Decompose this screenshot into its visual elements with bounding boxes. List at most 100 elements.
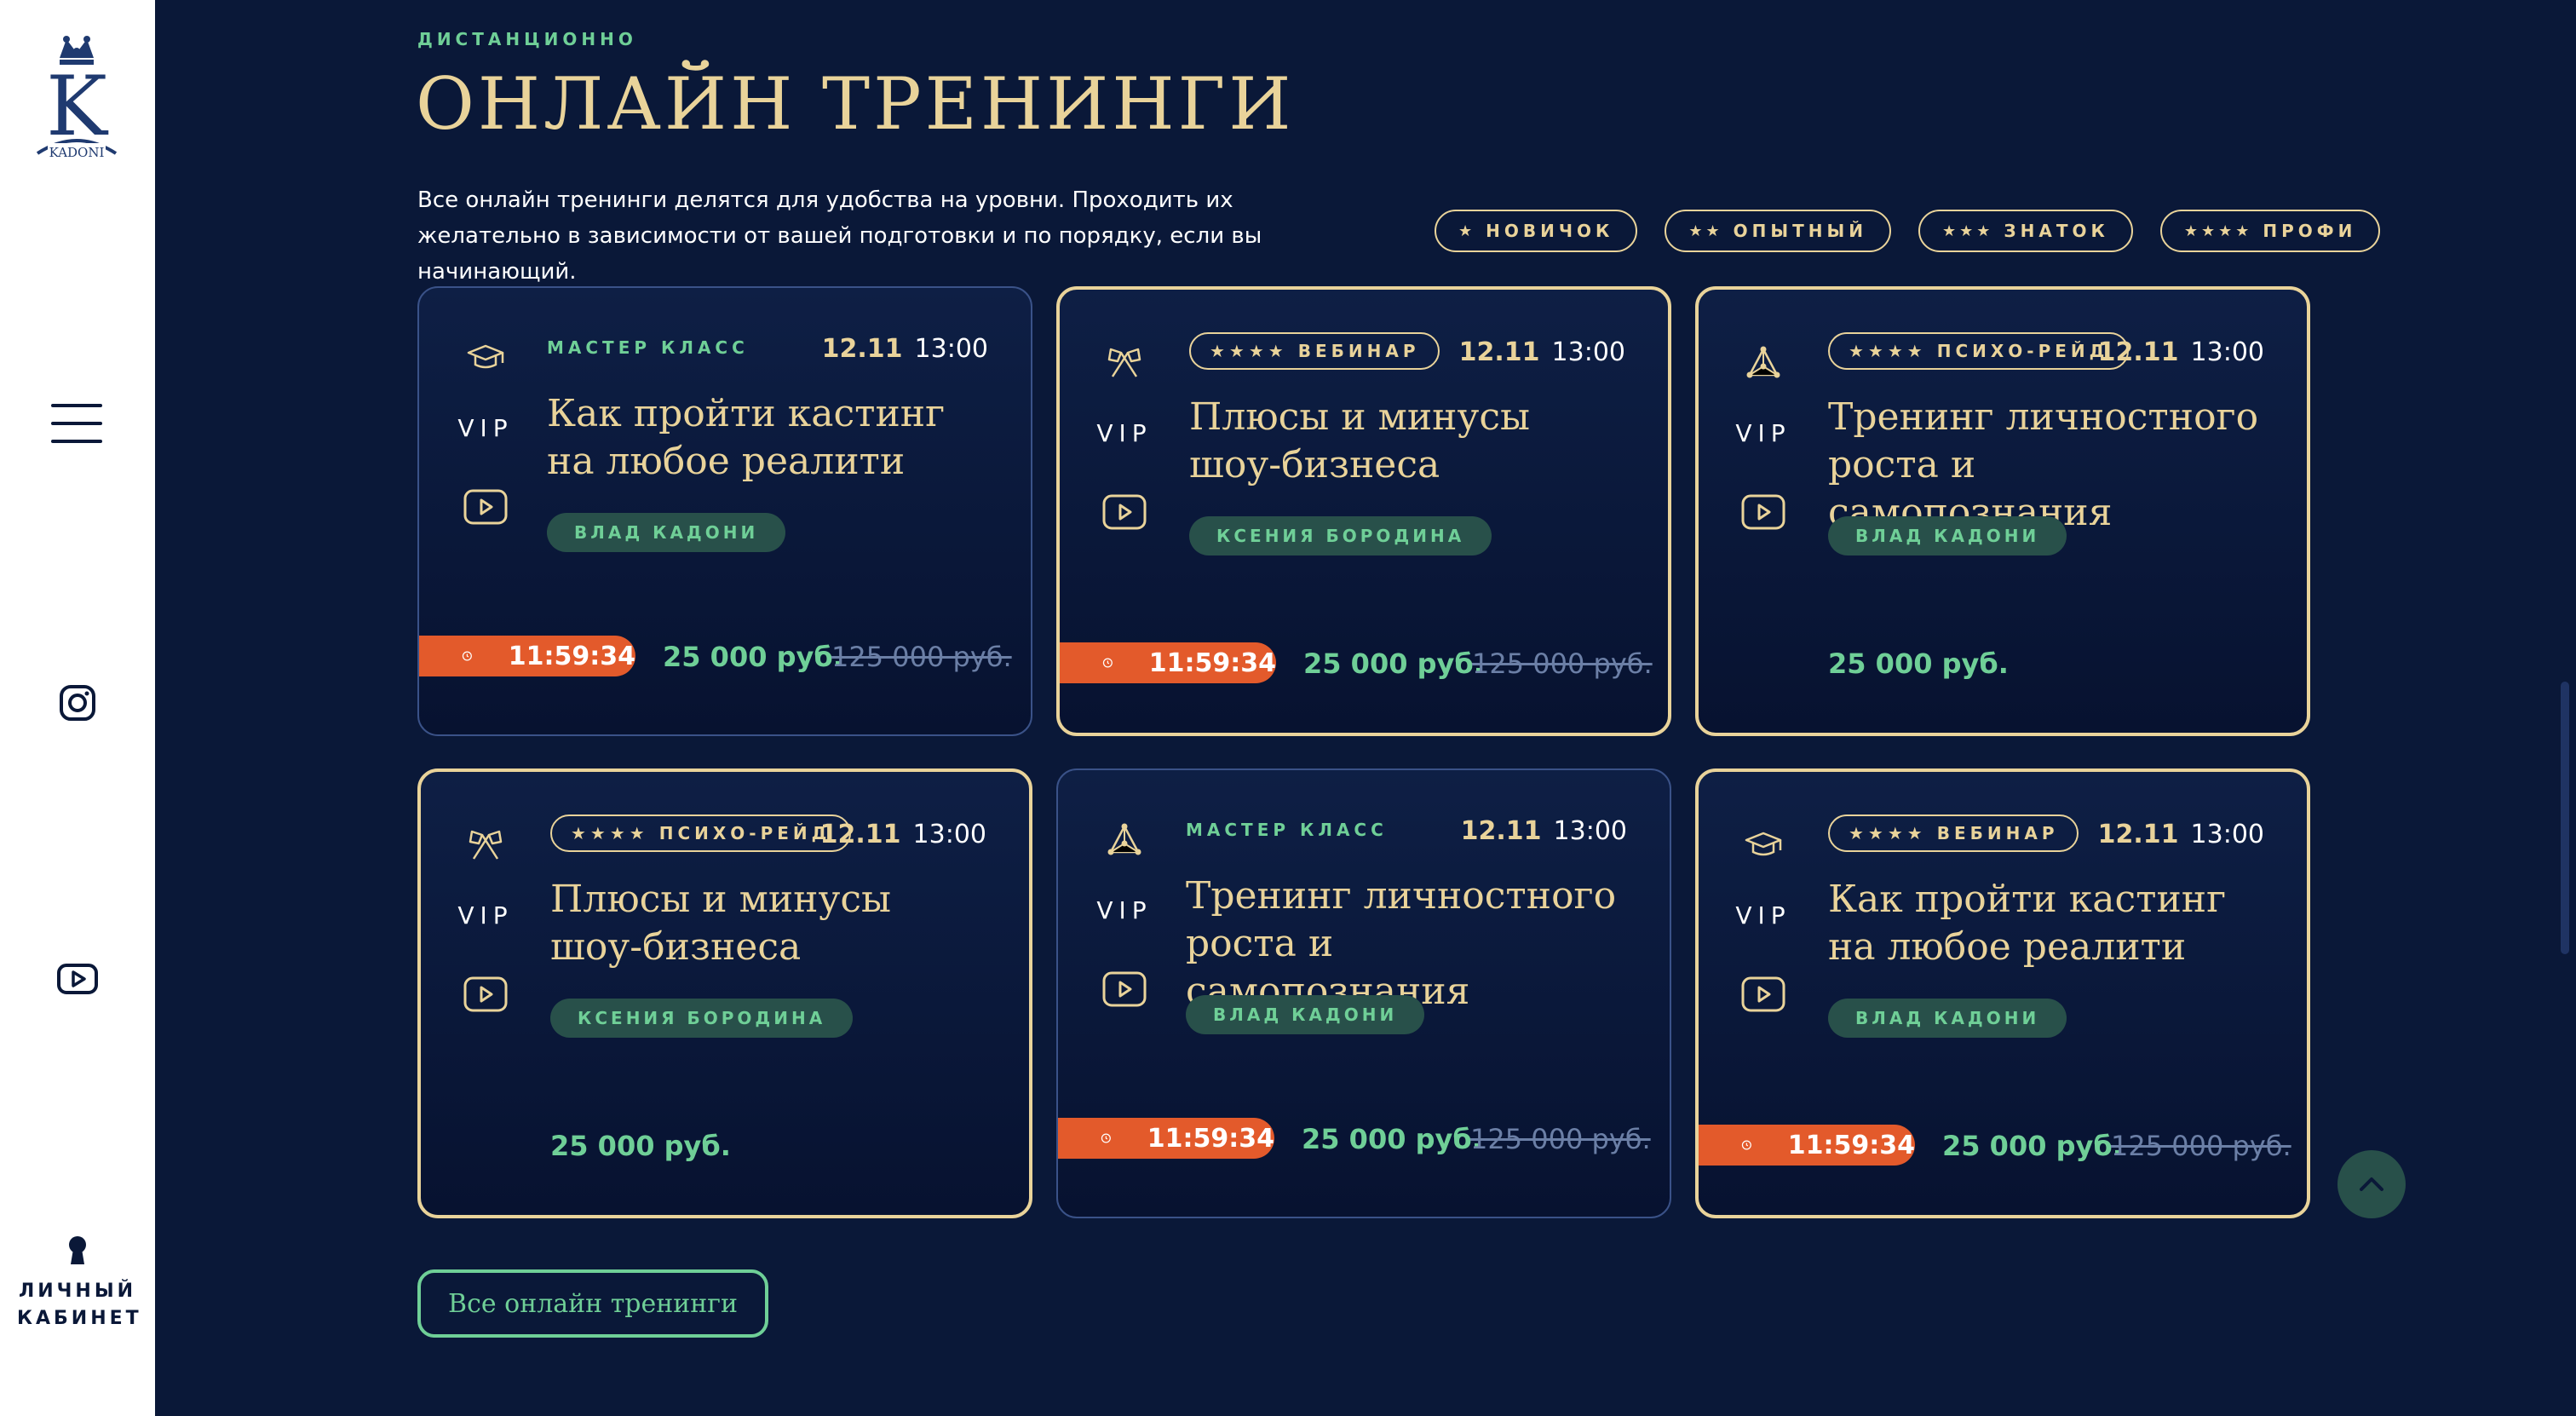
timer-value: 11:59:34	[1787, 1130, 1915, 1160]
price: 25 000 руб.	[663, 641, 843, 673]
all-trainings-button[interactable]: Все онлайн тренинги	[417, 1269, 768, 1338]
video-play-icon[interactable]	[1741, 976, 1785, 1012]
author-badge[interactable]: ВЛАД КАДОНИ	[1828, 999, 2067, 1038]
countdown-timer: 11:59:34	[1699, 1125, 1915, 1166]
training-type-pill[interactable]: ★★★★ ВЕБИНАР	[1828, 814, 2079, 852]
author-badge[interactable]: КСЕНИЯ БОРОДИНА	[550, 999, 854, 1038]
training-type-pill[interactable]: ★★★★ ПСИХО-РЕЙД	[550, 814, 852, 852]
price: 25 000 руб.	[1303, 648, 1484, 680]
level-expert-pill[interactable]: ★★★ ЗНАТОК	[1918, 210, 2133, 252]
training-date: 12.11	[821, 334, 903, 364]
video-play-icon[interactable]	[1102, 971, 1147, 1007]
personal-cabinet-label: ЛИЧНЫЙ КАБИНЕТ	[17, 1281, 142, 1329]
youtube-icon[interactable]	[56, 958, 99, 1000]
level-label: ОПЫТНЫЙ	[1733, 221, 1867, 241]
countdown-timer: 11:59:34	[1060, 642, 1276, 683]
menu-icon[interactable]	[51, 404, 102, 443]
type-stars: ★★★★	[1849, 823, 1927, 843]
old-price: 125 000 руб.	[831, 641, 1012, 673]
training-title[interactable]: Тренинг личностного роста и самопознания	[1186, 872, 1627, 1013]
level-label: ЗНАТОК	[2004, 221, 2109, 241]
graduation-cap-icon	[467, 344, 504, 369]
training-card[interactable]: VIP ★★★★ ВЕБИНАР 12.11 13:00 Плюсы и мину…	[1056, 286, 1671, 736]
training-datetime: 12.11 13:00	[1459, 337, 1625, 367]
crossed-flags-icon	[1107, 348, 1141, 377]
training-datetime: 12.11 13:00	[2098, 337, 2264, 367]
training-type: ВЕБИНАР	[1297, 341, 1420, 361]
old-price: 125 000 руб.	[1472, 648, 1653, 680]
vip-label: VIP	[1735, 419, 1791, 447]
author-badge[interactable]: ВЛАД КАДОНИ	[547, 513, 786, 552]
personal-cabinet-link[interactable]: ЛИЧНЫЙ КАБИНЕТ	[0, 1235, 155, 1333]
keyhole-icon	[69, 1236, 86, 1264]
type-stars: ★★★★	[1210, 341, 1288, 361]
clock-icon	[462, 651, 472, 661]
training-time: 13:00	[912, 820, 986, 849]
training-card[interactable]: VIP МАСТЕР КЛАСС 12.11 13:00 Тренинг личн…	[1056, 768, 1671, 1218]
video-play-icon[interactable]	[463, 489, 508, 525]
vip-label: VIP	[457, 414, 514, 442]
old-price: 125 000 руб.	[1470, 1123, 1651, 1155]
video-play-icon[interactable]	[1741, 494, 1785, 530]
old-price: 125 000 руб.	[2111, 1130, 2291, 1162]
author-badge[interactable]: ВЛАД КАДОНИ	[1828, 516, 2067, 555]
level-pro-pill[interactable]: ★★★★ ПРОФИ	[2159, 210, 2381, 252]
type-stars: ★★★★	[571, 823, 649, 843]
training-type: ВЕБИНАР	[1936, 823, 2059, 843]
training-card[interactable]: VIP ★★★★ ПСИХО-РЕЙД 12.11 13:00 Плюсы и м…	[417, 768, 1032, 1218]
training-datetime: 12.11 13:00	[1461, 816, 1627, 846]
training-title[interactable]: Тренинг личностного роста и самопознания	[1828, 394, 2264, 534]
training-date: 12.11	[819, 820, 901, 849]
training-type-pill[interactable]: ★★★★ ВЕБИНАР	[1189, 332, 1440, 370]
vip-label: VIP	[457, 901, 514, 930]
author-badge[interactable]: КСЕНИЯ БОРОДИНА	[1189, 516, 1492, 555]
clock-icon	[1102, 658, 1113, 668]
chevron-up-icon	[2360, 1177, 2383, 1191]
graduation-cap-icon	[1745, 832, 1782, 856]
training-card[interactable]: VIP ★★★★ ПСИХО-РЕЙД 12.11 13:00 Тренинг л…	[1695, 286, 2310, 736]
training-datetime: 12.11 13:00	[820, 820, 986, 849]
training-title[interactable]: Как пройти кастинг на любое реалити	[1828, 876, 2264, 971]
training-type-pill[interactable]: ★★★★ ПСИХО-РЕЙД	[1828, 332, 2130, 370]
page-title: ОНЛАЙН ТРЕНИНГИ	[416, 62, 1295, 146]
video-play-icon[interactable]	[1102, 494, 1147, 530]
timer-value: 11:59:34	[1148, 648, 1276, 678]
video-play-icon[interactable]	[463, 976, 508, 1012]
training-card[interactable]: VIP МАСТЕР КЛАСС 12.11 13:00 Как пройти к…	[417, 286, 1032, 736]
training-type: ПСИХО-РЕЙД	[658, 823, 831, 843]
timer-value: 11:59:34	[1147, 1123, 1274, 1154]
training-title[interactable]: Как пройти кастинг на любое реалити	[547, 390, 988, 486]
crossed-flags-icon	[469, 830, 503, 860]
countdown-timer: 11:59:34	[419, 636, 635, 676]
clock-icon	[1741, 1140, 1751, 1150]
author-badge[interactable]: ВЛАД КАДОНИ	[1186, 995, 1425, 1034]
training-time: 13:00	[1551, 337, 1625, 367]
training-card[interactable]: VIP ★★★★ ВЕБИНАР 12.11 13:00 Как пройти к…	[1695, 768, 2310, 1218]
training-title[interactable]: Плюсы и минусы шоу-бизнеса	[550, 876, 986, 971]
level-label: НОВИЧОК	[1486, 221, 1614, 241]
triangle-network-icon	[1107, 823, 1141, 855]
instagram-icon[interactable]	[56, 682, 99, 724]
level-novice-pill[interactable]: ★ НОВИЧОК	[1435, 210, 1638, 252]
price: 25 000 руб.	[550, 1130, 731, 1162]
vip-label: VIP	[1096, 419, 1153, 447]
clock-icon	[1101, 1133, 1111, 1143]
level-experienced-pill[interactable]: ★★ ОПЫТНЫЙ	[1665, 210, 1891, 252]
scroll-to-top-button[interactable]	[2337, 1150, 2406, 1218]
training-time: 13:00	[914, 334, 988, 364]
kadoni-logo[interactable]: K KADONI	[29, 34, 124, 167]
sidebar: K KADONI ЛИЧНЫЙ КАБИНЕТ	[0, 0, 155, 1416]
training-type: ПСИХО-РЕЙД	[1936, 341, 2109, 361]
training-date: 12.11	[1460, 816, 1542, 846]
section-eyebrow: ДИСТАНЦИОННО	[417, 29, 637, 49]
intro-text: Все онлайн тренинги делятся для удобства…	[417, 187, 1262, 285]
level-stars: ★★★	[1941, 222, 1994, 240]
level-label: ПРОФИ	[2263, 221, 2357, 241]
price: 25 000 руб.	[1302, 1123, 1482, 1155]
vip-label: VIP	[1735, 901, 1791, 930]
price: 25 000 руб.	[1828, 648, 2009, 680]
vip-label: VIP	[1096, 896, 1153, 924]
training-title[interactable]: Плюсы и минусы шоу-бизнеса	[1189, 394, 1625, 489]
scrollbar[interactable]	[2561, 682, 2569, 954]
level-filter: ★ НОВИЧОК ★★ ОПЫТНЫЙ ★★★ ЗНАТОК ★★★★ ПРО…	[1435, 210, 2381, 252]
